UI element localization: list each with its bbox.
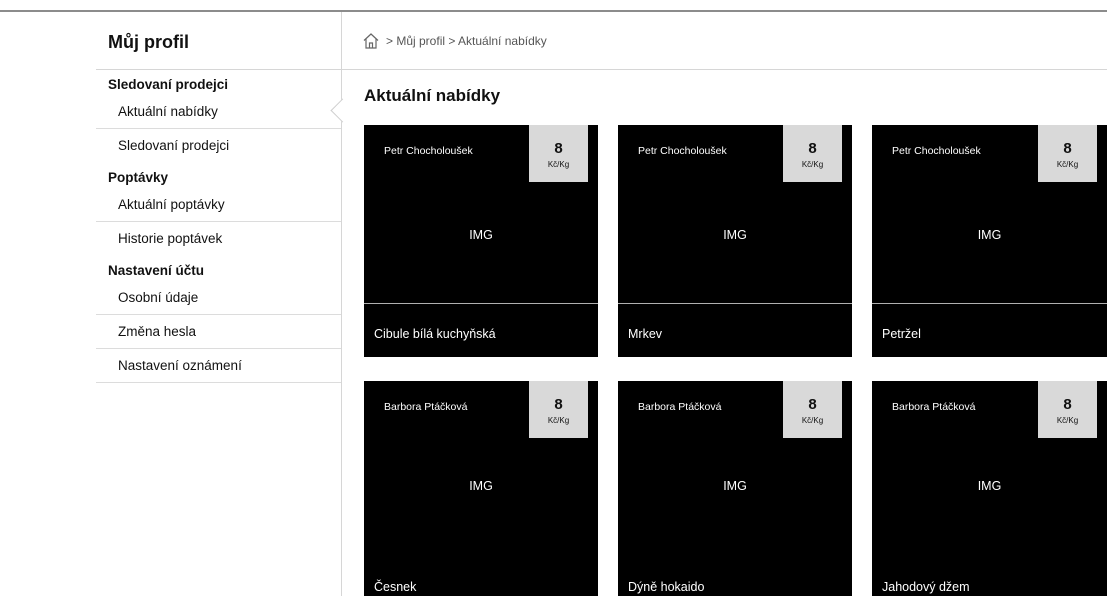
sidebar-title: Můj profil [96, 12, 341, 70]
price-amount: 8 [808, 140, 817, 157]
offer-card[interactable]: Barbora Ptáčková 8 Kč/Kg IMG Dýně hokaid… [618, 381, 852, 596]
price-badge: 8 Kč/Kg [783, 381, 842, 438]
sidebar-item-current-offers[interactable]: Aktuální nabídky [96, 95, 355, 129]
product-name: Cibule bílá kuchyňská [374, 327, 496, 341]
page-title: Aktuální nabídky [364, 86, 501, 105]
product-image-placeholder: IMG [469, 228, 493, 242]
price-badge: 8 Kč/Kg [1038, 125, 1097, 182]
sidebar-item-label: Nastavení oznámení [118, 358, 242, 373]
card-divider [364, 303, 598, 304]
sidebar-item-followed-sellers[interactable]: Sledovaní prodejci [96, 129, 341, 163]
offer-card[interactable]: Petr Chocholoušek 8 Kč/Kg IMG Mrkev [618, 125, 852, 357]
product-name: Česnek [374, 580, 417, 594]
seller-name[interactable]: Petr Chocholoušek [638, 145, 727, 157]
seller-name[interactable]: Barbora Ptáčková [384, 401, 467, 413]
sidebar-item-label: Aktuální nabídky [118, 104, 218, 119]
product-name: Mrkev [628, 327, 663, 341]
breadcrumb: > Můj profil > Aktuální nabídky [362, 32, 547, 50]
price-badge: 8 Kč/Kg [783, 125, 842, 182]
home-icon[interactable] [362, 32, 380, 50]
price-unit: Kč/Kg [801, 416, 824, 425]
content-header: > Můj profil > Aktuální nabídky [342, 12, 1107, 70]
sidebar-item-request-history[interactable]: Historie poptávek [96, 222, 341, 256]
sidebar-item-change-password[interactable]: Změna hesla [96, 315, 341, 349]
price-badge: 8 Kč/Kg [529, 125, 588, 182]
price-amount: 8 [554, 140, 563, 157]
offer-card[interactable]: Petr Chocholoušek 8 Kč/Kg IMG Petržel [872, 125, 1107, 357]
price-unit: Kč/Kg [1056, 416, 1079, 425]
price-badge: 8 Kč/Kg [1038, 381, 1097, 438]
price-unit: Kč/Kg [801, 160, 824, 169]
sidebar-group-heading-followed-sellers: Sledovaní prodejci [108, 77, 229, 92]
offer-card[interactable]: Barbora Ptáčková 8 Kč/Kg IMG Jahodový dž… [872, 381, 1107, 596]
sidebar-item-notification-settings[interactable]: Nastavení oznámení [96, 349, 341, 383]
price-amount: 8 [1063, 140, 1072, 157]
price-badge: 8 Kč/Kg [529, 381, 588, 438]
product-name: Petržel [882, 327, 921, 341]
product-image-placeholder: IMG [469, 479, 493, 493]
product-image-placeholder: IMG [723, 479, 747, 493]
card-divider [618, 303, 852, 304]
active-indicator [330, 98, 355, 123]
product-name: Jahodový džem [882, 580, 970, 594]
sidebar-item-label: Změna hesla [118, 324, 197, 339]
price-amount: 8 [1063, 396, 1072, 413]
breadcrumb-path[interactable]: > Můj profil > Aktuální nabídky [386, 34, 547, 48]
seller-name[interactable]: Barbora Ptáčková [638, 401, 721, 413]
sidebar-item-current-requests[interactable]: Aktuální poptávky [96, 188, 341, 222]
seller-name[interactable]: Petr Chocholoušek [384, 145, 473, 157]
seller-name[interactable]: Barbora Ptáčková [892, 401, 975, 413]
product-image-placeholder: IMG [977, 479, 1002, 493]
sidebar-item-label: Historie poptávek [118, 231, 223, 246]
price-amount: 8 [554, 396, 563, 413]
product-name: Dýně hokaido [628, 580, 705, 594]
price-unit: Kč/Kg [547, 416, 570, 425]
price-unit: Kč/Kg [1056, 160, 1079, 169]
offer-card[interactable]: Barbora Ptáčková 8 Kč/Kg IMG Česnek [364, 381, 598, 596]
seller-name[interactable]: Petr Chocholoušek [892, 145, 981, 157]
offer-card[interactable]: Petr Chocholoušek 8 Kč/Kg IMG Cibule bíl… [364, 125, 598, 357]
sidebar-group-heading-account-settings: Nastavení účtu [108, 263, 205, 278]
card-divider [872, 303, 1107, 304]
product-image-placeholder: IMG [723, 228, 747, 242]
sidebar-item-label: Osobní údaje [118, 290, 199, 305]
sidebar-group-heading-requests: Poptávky [108, 170, 169, 185]
profile-sidebar: Můj profil Sledovaní prodejci Aktuální n… [96, 12, 355, 596]
sidebar-item-label: Aktuální poptávky [118, 197, 225, 212]
product-image-placeholder: IMG [977, 228, 1002, 242]
price-unit: Kč/Kg [547, 160, 570, 169]
sidebar-item-personal-data[interactable]: Osobní údaje [96, 281, 341, 315]
sidebar-item-label: Sledovaní prodejci [118, 138, 230, 153]
price-amount: 8 [808, 396, 817, 413]
